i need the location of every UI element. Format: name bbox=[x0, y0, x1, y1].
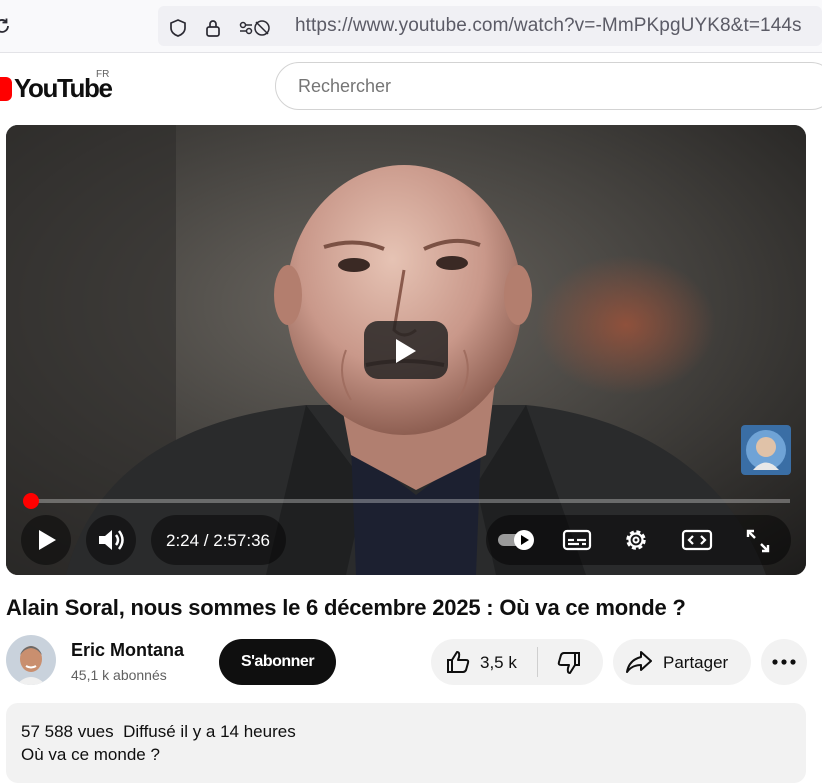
youtube-play-logo-icon bbox=[0, 77, 12, 101]
dislike-icon bbox=[557, 652, 580, 674]
description-text: Où va ce monde ? bbox=[21, 745, 160, 764]
more-actions-button[interactable] bbox=[761, 639, 807, 685]
search-input[interactable] bbox=[296, 75, 820, 98]
permissions-icon[interactable] bbox=[238, 18, 270, 38]
watermark-image bbox=[741, 425, 791, 475]
autoplay-toggle-icon[interactable] bbox=[496, 529, 536, 551]
description-meta: 57 588 vues Diffusé il y a 14 heures bbox=[21, 722, 296, 742]
channel-watermark[interactable] bbox=[741, 425, 791, 475]
play-button[interactable] bbox=[21, 515, 71, 565]
right-controls bbox=[486, 515, 791, 565]
reload-icon[interactable] bbox=[0, 16, 12, 36]
channel-name[interactable]: Eric Montana bbox=[71, 640, 184, 661]
avatar-image bbox=[6, 635, 56, 685]
like-icon bbox=[447, 651, 470, 673]
channel-avatar[interactable] bbox=[6, 635, 56, 685]
progress-bar[interactable] bbox=[26, 499, 790, 503]
view-count: 57 588 vues bbox=[21, 722, 114, 741]
share-icon bbox=[626, 651, 652, 673]
big-play-icon bbox=[396, 339, 416, 363]
video-player[interactable]: 2:24 / 2:57:36 bbox=[6, 125, 806, 575]
more-icon bbox=[772, 659, 796, 665]
subscribe-button[interactable]: S'abonner bbox=[219, 639, 336, 685]
browser-toolbar: https://www.youtube.com/watch?v=-MmPKpgU… bbox=[0, 0, 822, 53]
share-label: Partager bbox=[663, 653, 729, 672]
lock-icon[interactable] bbox=[203, 18, 223, 38]
like-count: 3,5 k bbox=[480, 653, 517, 672]
publish-date: Diffusé il y a 14 heures bbox=[123, 722, 296, 741]
url-text[interactable]: https://www.youtube.com/watch?v=-MmPKpgU… bbox=[295, 15, 802, 37]
progress-scrubber[interactable] bbox=[23, 493, 39, 509]
play-icon bbox=[39, 530, 56, 550]
fullscreen-icon[interactable] bbox=[744, 527, 772, 555]
like-dislike-group: 3,5 k bbox=[431, 639, 603, 685]
miniplayer-icon[interactable] bbox=[681, 528, 713, 552]
volume-icon bbox=[99, 530, 124, 550]
subtitles-icon[interactable] bbox=[562, 528, 592, 552]
shield-icon[interactable] bbox=[168, 18, 188, 38]
like-button[interactable]: 3,5 k bbox=[431, 639, 537, 685]
url-bar[interactable]: https://www.youtube.com/watch?v=-MmPKpgU… bbox=[158, 6, 822, 46]
big-play-button[interactable] bbox=[364, 321, 448, 379]
description-box[interactable]: 57 588 vues Diffusé il y a 14 heures Où … bbox=[6, 703, 806, 783]
country-code: FR bbox=[96, 69, 110, 80]
time-display: 2:24 / 2:57:36 bbox=[166, 531, 270, 550]
settings-icon[interactable] bbox=[622, 526, 650, 554]
share-button[interactable]: Partager bbox=[613, 639, 751, 685]
dislike-button[interactable] bbox=[538, 639, 603, 685]
volume-button[interactable] bbox=[86, 515, 136, 565]
video-title: Alain Soral, nous sommes le 6 décembre 2… bbox=[6, 595, 686, 620]
subscriber-count: 45,1 k abonnés bbox=[71, 667, 167, 683]
search-box[interactable] bbox=[275, 62, 822, 110]
